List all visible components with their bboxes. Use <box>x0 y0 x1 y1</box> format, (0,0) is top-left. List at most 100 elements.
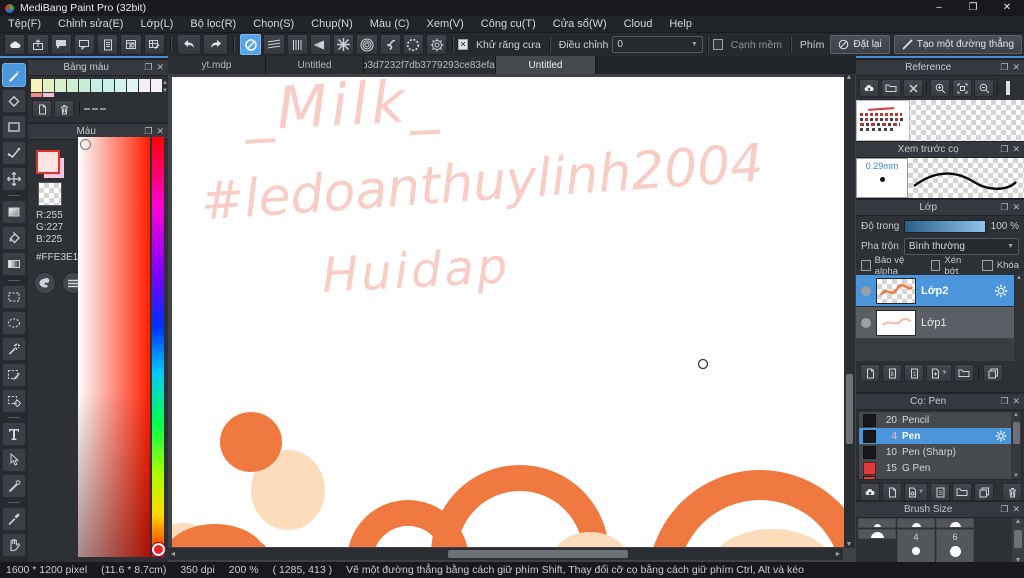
reference-scrollbar[interactable] <box>1006 81 1010 95</box>
shape-tool-button[interactable] <box>2 115 26 139</box>
cloud-icon[interactable] <box>4 34 26 55</box>
undo-icon[interactable] <box>176 34 202 55</box>
document-icon[interactable] <box>97 34 119 55</box>
blend-dropdown[interactable]: Bình thường ▼ <box>903 237 1019 255</box>
brush-folder-button[interactable] <box>952 483 972 501</box>
brush-row[interactable]: 10 Pen (Sharp) <box>859 444 1011 460</box>
layer-row-selected[interactable]: Lớp2 <box>856 275 1014 306</box>
layer-row[interactable]: Lớp1 <box>856 306 1014 338</box>
opacity-slider[interactable] <box>904 219 986 233</box>
duplicate-brush-button[interactable] <box>974 483 994 501</box>
layer-folder-button[interactable] <box>954 364 974 382</box>
script-brush-button[interactable]: S <box>930 483 950 501</box>
move-tool-button[interactable] <box>2 167 26 191</box>
tab-document-1[interactable]: yt.mdp <box>168 56 266 74</box>
brush-cloud-button[interactable] <box>860 483 880 501</box>
divide-tool-button[interactable] <box>2 474 26 498</box>
popout-icon[interactable]: ❐ <box>1000 202 1008 213</box>
saturation-value-box[interactable] <box>78 137 150 557</box>
menu-window[interactable]: Cửa sổ(W) <box>553 18 607 30</box>
add-layer-button[interactable] <box>860 364 880 382</box>
lock-checkbox[interactable]: Khóa <box>981 260 1019 271</box>
palette-swatch[interactable] <box>31 79 42 92</box>
tab-document-3[interactable]: 850fab3d7232f7db3779293ce83efa3e.jpg <box>364 56 496 74</box>
brush-row-partial[interactable] <box>859 476 1011 479</box>
popout-icon[interactable]: ❐ <box>144 62 152 73</box>
palette-mode-button[interactable] <box>34 272 56 294</box>
clipping-checkbox[interactable]: Xén bớt <box>930 255 973 277</box>
reference-clear-button[interactable] <box>903 79 923 97</box>
redo-icon[interactable] <box>203 34 229 55</box>
publish-icon[interactable] <box>27 34 49 55</box>
add-special-layer-button[interactable]: ▼ <box>926 364 952 382</box>
text-tool-button[interactable] <box>2 422 26 446</box>
palette-swatch[interactable] <box>91 79 102 92</box>
layer-visibility-icon[interactable] <box>861 285 871 296</box>
hue-marker[interactable] <box>152 543 165 556</box>
canvas-vertical-scrollbar[interactable]: ▲ ▼ <box>844 74 855 548</box>
palette-swatch[interactable] <box>103 79 114 92</box>
brush-settings-gear-icon[interactable] <box>995 430 1007 442</box>
snap-curve-icon[interactable] <box>379 34 401 55</box>
snap-radial-icon[interactable] <box>333 34 355 55</box>
transparent-color-swatch[interactable] <box>38 182 62 206</box>
snap-parallel-icon[interactable] <box>263 34 285 55</box>
menu-view[interactable]: Xem(V) <box>426 18 463 30</box>
maximize-button[interactable]: ❐ <box>956 0 990 16</box>
snap-off-icon[interactable] <box>240 34 262 55</box>
minimize-button[interactable]: – <box>922 0 956 16</box>
protect-alpha-checkbox[interactable]: Bảo vệ alpha <box>861 255 922 277</box>
brush-size-cell-partial[interactable] <box>897 518 935 528</box>
menu-cloud[interactable]: Cloud <box>624 18 653 30</box>
brush-size-cell[interactable]: 4 <box>897 529 935 564</box>
adjust-dropdown[interactable]: 0 ▼ <box>612 36 703 53</box>
fill-tool-button[interactable] <box>2 200 26 224</box>
make-line-button[interactable]: Tạo một đường thẳng <box>893 35 1022 54</box>
menu-edit[interactable]: Chỉnh sửa(E) <box>58 18 123 30</box>
eyedropper-tool-button[interactable] <box>2 507 26 531</box>
add-1bit-layer-button[interactable]: 1 <box>904 364 924 382</box>
popout-icon[interactable]: ❐ <box>1000 62 1008 73</box>
bucket-tool-button[interactable] <box>2 226 26 250</box>
tab-document-4-active[interactable]: Untitled <box>496 56 596 74</box>
palette-swatch[interactable] <box>43 79 54 92</box>
close-icon[interactable]: ✕ <box>156 126 164 137</box>
menu-layer[interactable]: Lớp(L) <box>140 18 173 30</box>
close-icon[interactable]: ✕ <box>1012 144 1020 155</box>
brush-size-cell-partial[interactable] <box>936 518 974 528</box>
close-icon[interactable]: ✕ <box>1012 504 1020 515</box>
brush-row[interactable]: 20 Pencil <box>859 412 1011 428</box>
reference-zoom-out-button[interactable] <box>974 79 994 97</box>
palette-swatch[interactable] <box>55 79 66 92</box>
snap-ellipse-icon[interactable] <box>402 34 424 55</box>
palette-swatch[interactable] <box>139 79 150 92</box>
hand-tool-button[interactable] <box>2 533 26 557</box>
close-icon[interactable]: ✕ <box>1012 396 1020 407</box>
select-eraser-tool-button[interactable] <box>2 389 26 413</box>
add-brush-button[interactable] <box>882 483 902 501</box>
polyline-tool-button[interactable] <box>2 141 26 165</box>
menu-filter[interactable]: Bộ lọc(R) <box>190 18 236 30</box>
close-icon[interactable]: ✕ <box>1012 202 1020 213</box>
operation-tool-button[interactable] <box>2 448 26 472</box>
reference-image-area[interactable] <box>856 100 1024 141</box>
select-rect-tool-button[interactable] <box>2 285 26 309</box>
new-palette-color-button[interactable] <box>32 100 52 118</box>
menu-tools[interactable]: Công cụ(T) <box>481 18 536 30</box>
layer-visibility-icon[interactable] <box>861 317 871 328</box>
reference-open-button[interactable] <box>881 79 901 97</box>
snap-concentric-icon[interactable] <box>356 34 378 55</box>
canvas-horizontal-scrollbar[interactable]: ◄ ► <box>168 548 843 560</box>
palette-swatch[interactable] <box>67 79 78 92</box>
layer-settings-gear-icon[interactable] <box>994 284 1008 298</box>
grid-edit-icon[interactable] <box>143 34 165 55</box>
popout-icon[interactable]: ❐ <box>1000 396 1008 407</box>
hue-bar[interactable] <box>152 137 165 557</box>
duplicate-layer-button[interactable] <box>983 364 1003 382</box>
tab-document-2[interactable]: Untitled <box>266 56 364 74</box>
palette-swatch[interactable] <box>127 79 138 92</box>
menu-help[interactable]: Help <box>669 18 692 30</box>
palette-swatch[interactable] <box>79 79 90 92</box>
brush-size-scrollbar[interactable]: ▲ ▼ <box>1012 518 1024 564</box>
reset-button[interactable]: Đặt lại <box>830 35 890 54</box>
